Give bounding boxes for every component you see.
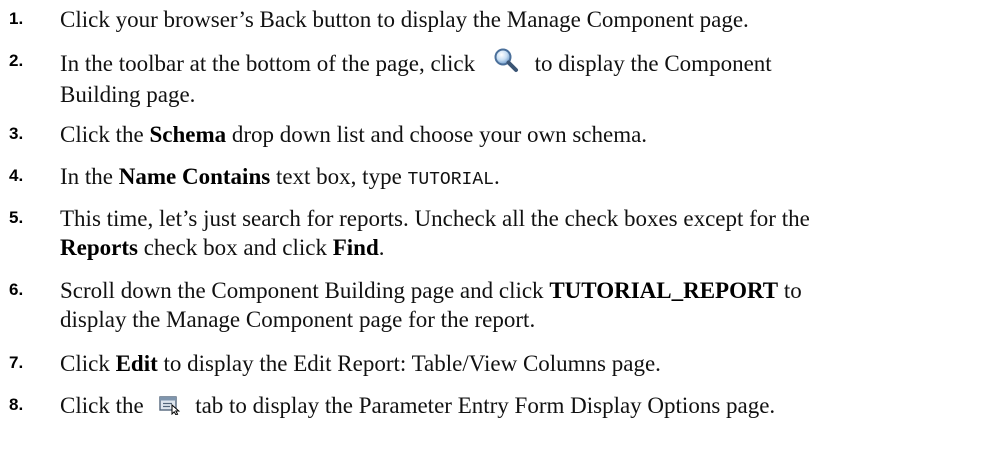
- step-text-before-icon: In the toolbar at the bottom of the page…: [60, 51, 476, 76]
- step-text-part: Click the: [60, 122, 150, 147]
- find-label: Find: [332, 235, 379, 260]
- step-text-line2: display the Manage Component page for th…: [60, 307, 536, 332]
- step-number: 1.: [9, 9, 24, 28]
- parameter-form-tab-icon: [159, 393, 181, 422]
- step-text-content: Click your browser’s Back button to disp…: [60, 7, 749, 32]
- tutorial-report-label: TUTORIAL_REPORT: [549, 278, 779, 303]
- step-text: In the toolbar at the bottom of the page…: [60, 47, 990, 109]
- step-number: 5.: [9, 208, 24, 227]
- step-text: Click your browser’s Back button to disp…: [60, 5, 990, 34]
- step-text: Scroll down the Component Building page …: [60, 276, 990, 334]
- step-text-before-icon: Click the: [60, 393, 144, 418]
- step-text-part: drop down list and choose your own schem…: [226, 122, 648, 147]
- step-text-part: Click: [60, 351, 116, 376]
- step-number: 2.: [9, 51, 24, 70]
- step-text-line2: Building page.: [60, 82, 196, 107]
- step-number: 4.: [9, 166, 24, 185]
- step-text-part: Scroll down the Component Building page …: [60, 278, 550, 303]
- step-text: This time, let’s just search for reports…: [60, 204, 990, 262]
- reports-label: Reports: [60, 235, 138, 260]
- schema-label: Schema: [149, 122, 227, 147]
- step-text: Click the Schema drop down list and choo…: [60, 120, 990, 149]
- step-text-line1: This time, let’s just search for reports…: [60, 206, 810, 231]
- step-text-after-icon: tab to display the Parameter Entry Form …: [195, 393, 776, 418]
- step-text-part: In the: [60, 164, 119, 189]
- step-text-part: .: [493, 164, 500, 189]
- step-text-part: text box, type: [270, 164, 408, 189]
- name-contains-label: Name Contains: [118, 164, 271, 189]
- step-text-part: .: [378, 235, 385, 260]
- step-number: 3.: [9, 124, 24, 143]
- step-text-after-icon: to display the Component: [534, 51, 772, 76]
- step-number: 7.: [9, 353, 24, 372]
- step-text: Click Edit to display the Edit Report: T…: [60, 349, 990, 378]
- step-text: In the Name Contains text box, type TUTO…: [60, 162, 990, 195]
- step-number: 6.: [9, 280, 24, 299]
- edit-label: Edit: [115, 351, 158, 376]
- step-text-part: to: [778, 278, 802, 303]
- step-number: 8.: [9, 395, 24, 414]
- step-text-part: check box and click: [137, 235, 333, 260]
- step-text: Click the tab to display the Parameter E…: [60, 391, 990, 422]
- typed-value: TUTORIAL: [407, 170, 494, 190]
- step-text-part: to display the Edit Report: Table/View C…: [157, 351, 661, 376]
- magnifier-search-icon: [493, 47, 519, 80]
